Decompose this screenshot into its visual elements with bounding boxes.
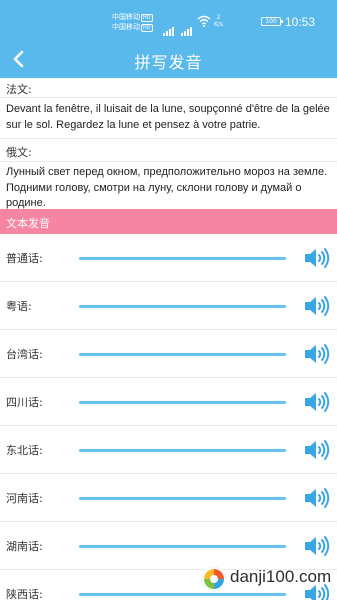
audio-progress-track[interactable] <box>79 401 286 404</box>
russian-label: 俄文: <box>6 146 32 159</box>
pronunciation-row: 粤语: <box>0 282 337 330</box>
wifi-icon <box>197 15 211 27</box>
pronunciation-row: 台湾话: <box>0 330 337 378</box>
pronunciation-label: 台湾话: <box>6 348 43 361</box>
signal-icon <box>163 17 175 36</box>
audio-progress-track[interactable] <box>79 545 286 548</box>
french-text: Devant la fenêtre, il luisait de la lune… <box>6 103 330 131</box>
speaker-icon[interactable] <box>303 294 331 318</box>
page-title: 拼写发音 <box>134 53 203 72</box>
net-speed-value: 2 <box>216 14 221 21</box>
watermark-text: danji100.com <box>230 567 332 586</box>
pronunciation-label: 普通话: <box>6 252 43 265</box>
watermark: danji100.com <box>200 563 337 600</box>
audio-progress-track[interactable] <box>79 353 286 356</box>
app-screen: 中国移动 HD 中国移动 HD 2 K/s 100 10:53 拼写发音 法文:… <box>0 0 337 600</box>
net-speed-unit: K/s <box>214 21 224 28</box>
speaker-icon[interactable] <box>303 534 331 558</box>
audio-progress-track[interactable] <box>79 449 286 452</box>
pronunciation-label: 湖南话: <box>6 540 43 553</box>
speaker-icon[interactable] <box>303 390 331 414</box>
hd-badge-2: HD <box>141 24 153 32</box>
pronunciation-label: 陕西话: <box>6 588 43 600</box>
speaker-icon[interactable] <box>303 342 331 366</box>
pronunciation-label: 四川话: <box>6 396 43 409</box>
section-title: 文本发音 <box>6 217 50 230</box>
divider <box>0 138 337 139</box>
divider <box>0 161 337 162</box>
battery-level: 100 <box>265 18 277 25</box>
pronunciation-label: 东北话: <box>6 444 43 457</box>
russian-text: Лунный свет перед окном, предположительн… <box>6 166 328 209</box>
carrier-1-label: 中国移动 <box>112 13 140 21</box>
pronunciation-label: 粤语: <box>6 300 32 313</box>
audio-progress-track[interactable] <box>79 497 286 500</box>
pronunciation-section-header: 文本发音 <box>0 209 337 234</box>
audio-progress-track[interactable] <box>79 257 286 260</box>
pronunciation-row: 东北话: <box>0 426 337 474</box>
signal-2-icon <box>181 17 193 36</box>
net-speed: 2 K/s <box>214 14 223 28</box>
pronunciation-row: 普通话: <box>0 234 337 282</box>
nav-bar: 拼写发音 <box>0 40 337 78</box>
french-label: 法文: <box>6 83 32 96</box>
speaker-icon[interactable] <box>303 246 331 270</box>
watermark-logo-icon <box>201 566 227 592</box>
divider <box>0 97 337 98</box>
carrier-2-label: 中国移动 <box>112 23 140 31</box>
hd-badge-1: HD <box>141 14 153 22</box>
clock: 10:53 <box>285 15 316 29</box>
battery-icon: 100 <box>261 17 283 26</box>
audio-progress-track[interactable] <box>79 305 286 308</box>
status-bar: 中国移动 HD 中国移动 HD 2 K/s 100 10:53 <box>0 0 337 40</box>
carrier-info: 中国移动 HD 中国移动 HD <box>112 12 153 32</box>
pronunciation-label: 河南话: <box>6 492 43 505</box>
top-bar: 中国移动 HD 中国移动 HD 2 K/s 100 10:53 拼写发音 <box>0 0 337 78</box>
pronunciation-row: 四川话: <box>0 378 337 426</box>
pronunciation-row: 河南话: <box>0 474 337 522</box>
speaker-icon[interactable] <box>303 438 331 462</box>
speaker-icon[interactable] <box>303 486 331 510</box>
